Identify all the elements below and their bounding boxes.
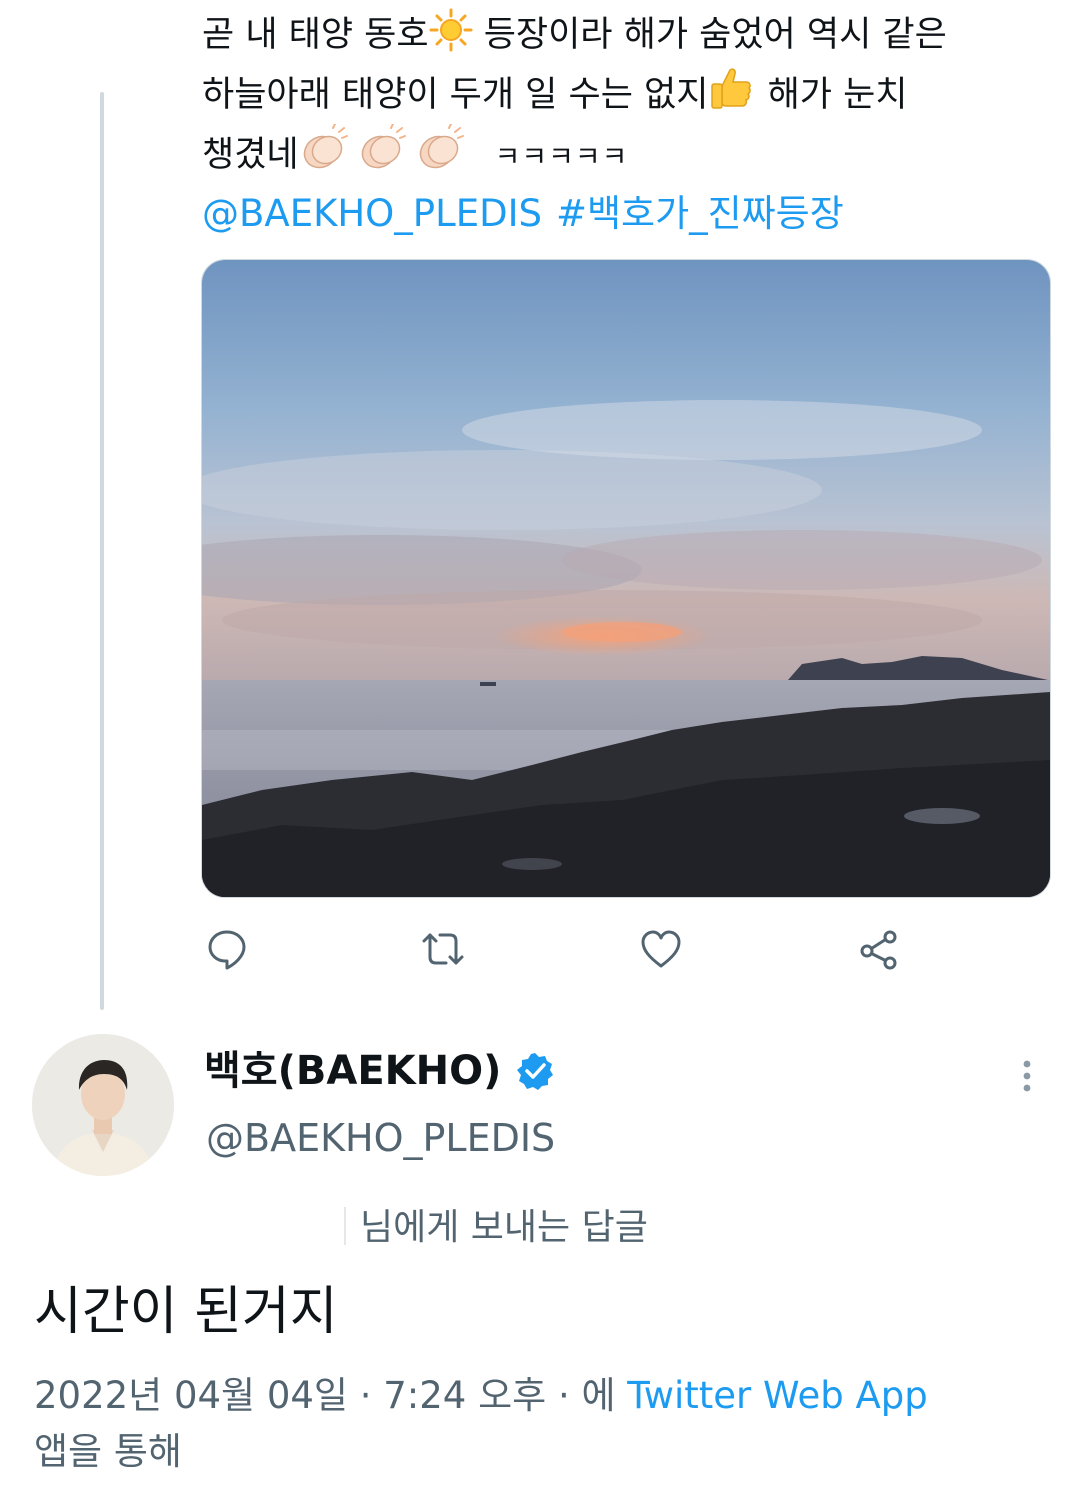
tweet-line-3-text-b: ㅋㅋㅋㅋㅋ	[494, 140, 629, 173]
tweet-timestamp-meta: 2022년 04월 04일 · 7:24 오후 · 에 Twitter Web …	[34, 1368, 1054, 1480]
retweet-button[interactable]	[416, 922, 470, 976]
sunset-seaside-photo-icon	[202, 260, 1050, 897]
source-suffix: 앱을 통해	[34, 1430, 182, 1473]
tweet-line-1-text-b: 등장이라 해가 숨었어 역시 같은	[472, 15, 947, 55]
avatar[interactable]	[32, 1034, 174, 1176]
share-icon	[860, 930, 897, 970]
heart-icon	[641, 930, 681, 968]
mention-link[interactable]: @BAEKHO_PLEDIS	[202, 192, 542, 235]
replying-to-label: 님에게 보내는 답글	[344, 1200, 648, 1256]
tweet-line-2: 하늘아래 태양이 두개 일 수는 없지 해가 눈치	[202, 64, 1052, 124]
verified-badge-icon	[515, 1051, 555, 1091]
like-button[interactable]	[634, 922, 688, 976]
tweet-thread-page: 곧 내 태양 동호 등장이라 해가 숨었어 역시 같은 하늘아래 태양이 두개 …	[0, 0, 1080, 1508]
tweet-line-2-text-b: 해가 눈치	[756, 75, 908, 115]
retweet-icon	[422, 933, 464, 965]
reply-icon	[208, 930, 246, 970]
tweet-line-1-text-a: 곧 내 태양 동호	[202, 15, 429, 55]
hashtag-link[interactable]: #백호가_진짜등장	[556, 192, 844, 235]
replying-to-text: 님에게 보내는 답글	[360, 1207, 648, 1248]
timestamp[interactable]: 2022년 04월 04일 · 7:24 오후 · 에	[34, 1374, 627, 1417]
sun-emoji-icon	[429, 8, 473, 52]
tweet-photo[interactable]	[201, 259, 1051, 898]
tweet-action-bar	[200, 922, 920, 978]
more-vertical-icon	[1023, 1060, 1031, 1092]
clapping-hands-emoji-icon	[299, 124, 477, 172]
more-options-button[interactable]	[1006, 1052, 1048, 1100]
tweet-line-3-text-a: 챙겼네	[202, 135, 299, 175]
source-app-link[interactable]: Twitter Web App	[627, 1374, 927, 1417]
tweet-text: 곧 내 태양 동호 등장이라 해가 숨었어 역시 같은 하늘아래 태양이 두개 …	[202, 6, 1052, 186]
thread-connector-line	[100, 92, 104, 1010]
reply-button[interactable]	[200, 922, 254, 976]
tweet-line-1: 곧 내 태양 동호 등장이라 해가 숨었어 역시 같은	[202, 6, 1052, 64]
author-name[interactable]: 백호(BAEKHO)	[204, 1040, 555, 1102]
reply-tweet-text: 시간이 된거지	[34, 1282, 338, 1342]
share-button[interactable]	[852, 922, 906, 976]
tweet-line-3: 챙겼네 ㅋㅋㅋㅋㅋ	[202, 124, 1052, 186]
tweet-line-2-text-a: 하늘아래 태양이 두개 일 수는 없지	[202, 75, 709, 115]
tweet-links: @BAEKHO_PLEDIS #백호가_진짜등장	[202, 186, 858, 242]
author-name-text: 백호(BAEKHO)	[204, 1048, 502, 1094]
reply-to-divider	[344, 1207, 346, 1245]
thumbs-up-emoji-icon	[708, 64, 756, 112]
profile-photo-icon	[32, 1034, 174, 1176]
author-handle[interactable]: @BAEKHO_PLEDIS	[206, 1110, 555, 1166]
